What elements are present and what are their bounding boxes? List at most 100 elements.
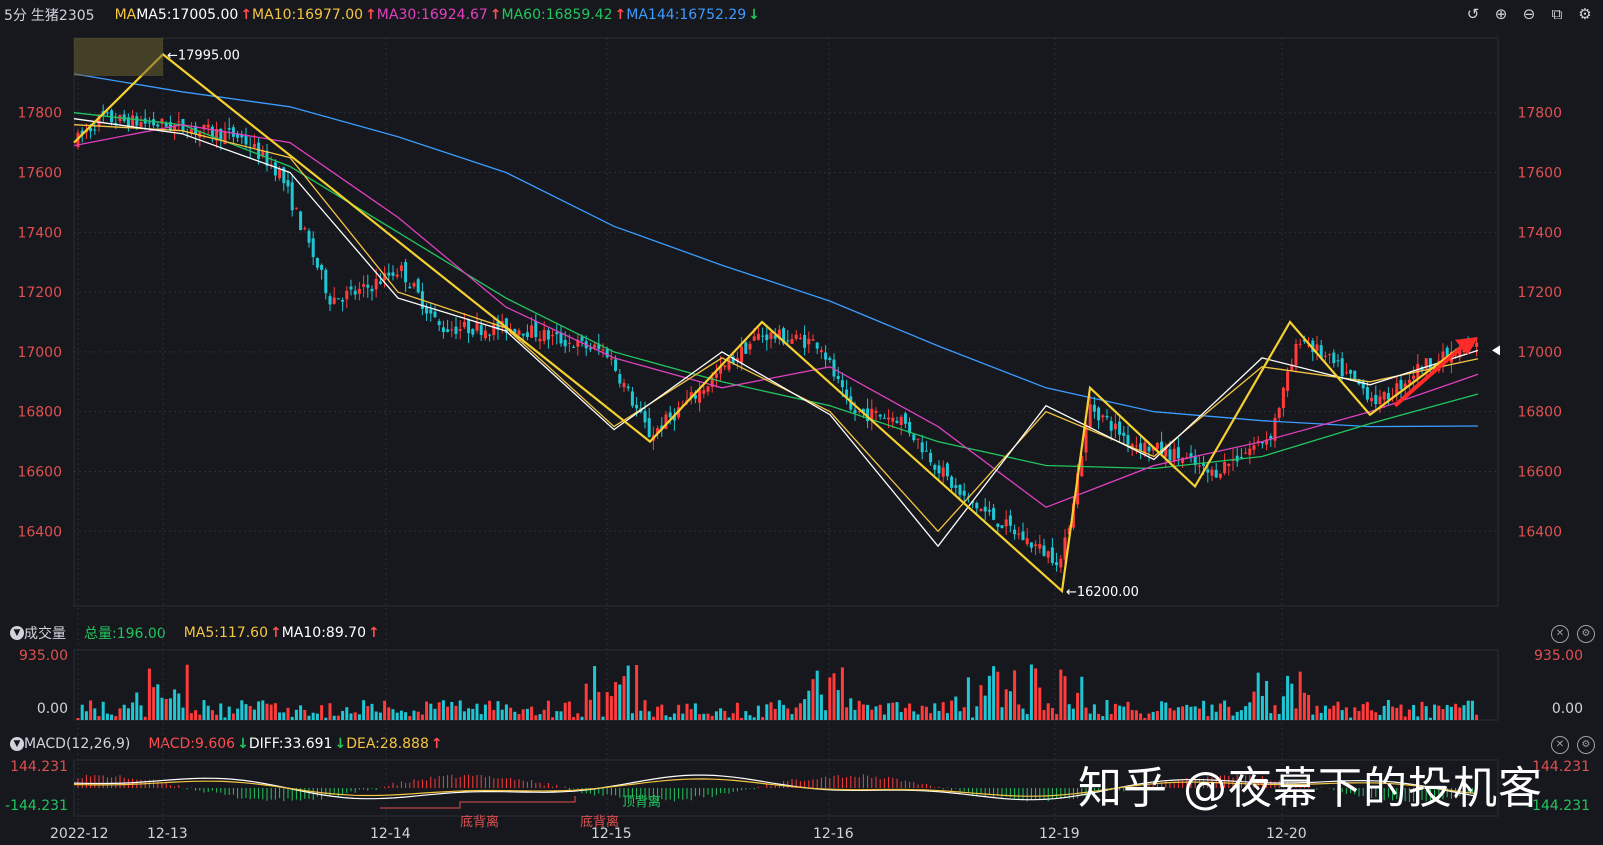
zoom-in-icon[interactable]: ⊕	[1491, 4, 1511, 24]
y-tick-left: 16400	[17, 524, 62, 540]
candle-body	[1210, 469, 1214, 476]
candle-body	[735, 358, 739, 362]
volume-bar	[1143, 717, 1147, 720]
candle-body	[366, 284, 370, 288]
volume-bar	[404, 712, 408, 720]
candle-body	[710, 377, 714, 387]
candle-body	[660, 425, 664, 430]
price-chart[interactable]: ←17995.00←16200.00 17800 1780017600 176001…	[0, 0, 1603, 845]
candle-body	[887, 417, 891, 420]
volume-settings-icon[interactable]: ⚙	[1577, 625, 1595, 643]
macd-close-icon[interactable]: ✕	[1551, 736, 1569, 754]
candle-body	[773, 335, 777, 339]
volume-bar	[626, 665, 630, 720]
candle-body	[584, 341, 588, 349]
volume-bar	[1160, 701, 1164, 720]
volume-bar	[933, 703, 937, 720]
candle-body	[1050, 547, 1054, 564]
candle-body	[143, 118, 147, 124]
candle-body	[996, 523, 1000, 527]
volume-bar	[1298, 671, 1302, 720]
candle-body	[76, 132, 80, 148]
volume-bar	[475, 703, 479, 720]
candle-body	[1084, 424, 1088, 453]
volume-close-icon[interactable]: ✕	[1551, 625, 1569, 643]
low-price-label: ←16200.00	[1066, 585, 1139, 600]
candle-body	[756, 333, 760, 340]
volume-bar	[677, 704, 681, 720]
volume-bar	[223, 717, 227, 720]
settings-icon[interactable]: ⚙	[1575, 4, 1595, 24]
interval-label[interactable]: 5分	[4, 5, 27, 25]
volume-bar	[912, 711, 916, 720]
volume-bar	[97, 716, 101, 720]
x-tick-label: 12-16	[813, 826, 854, 842]
layout-icon[interactable]: ⧉	[1547, 4, 1567, 24]
candle-body	[160, 118, 164, 124]
volume-bar	[236, 708, 240, 720]
volume-bar	[1365, 702, 1369, 720]
candle-body	[752, 336, 756, 341]
macd-ytop-left: 144.231	[10, 759, 68, 775]
candle-body	[1391, 397, 1395, 399]
volume-bar	[446, 706, 450, 720]
candle-body	[945, 463, 949, 477]
volume-bar	[1013, 670, 1017, 720]
candle-body	[1017, 533, 1021, 535]
volume-bar	[290, 716, 294, 720]
candle-body	[500, 321, 504, 328]
volume-bar	[580, 716, 584, 720]
collapse-volume-icon[interactable]: ▼	[10, 626, 24, 640]
candle-body	[895, 420, 899, 424]
candle-body	[1118, 421, 1122, 435]
candle-body	[332, 297, 336, 304]
candle-body	[1105, 415, 1109, 418]
candle-body	[122, 114, 126, 121]
candle-body	[126, 117, 130, 129]
candle-body	[97, 115, 101, 127]
volume-bar	[341, 710, 345, 720]
candle-body	[563, 340, 567, 347]
volume-bar	[1449, 706, 1453, 720]
volume-bar	[345, 707, 349, 720]
candle-body	[1046, 551, 1050, 558]
volume-bar	[462, 711, 466, 720]
volume-bar	[164, 699, 168, 720]
candle-body	[866, 408, 870, 422]
symbol-label[interactable]: 生猪2305	[31, 5, 95, 25]
volume-bar	[874, 706, 878, 720]
candle-body	[261, 150, 265, 157]
volume-bar	[257, 701, 261, 720]
volume-bar	[903, 707, 907, 720]
volume-bar	[807, 690, 811, 720]
ma-lines	[73, 73, 1479, 548]
undo-icon[interactable]: ↺	[1463, 4, 1483, 24]
candle-body	[420, 291, 424, 309]
candle-body	[1353, 370, 1357, 380]
candle-body	[412, 283, 416, 287]
ma-line-ma5	[73, 118, 1479, 548]
volume-bar	[1202, 700, 1206, 720]
watermark: 知乎 @夜幕下的投机客	[1078, 763, 1543, 814]
collapse-macd-icon[interactable]: ▼	[10, 737, 24, 751]
candle-body	[1470, 345, 1474, 347]
candle-body	[324, 269, 328, 294]
volume-bar	[420, 714, 424, 720]
volume-bar	[597, 692, 601, 720]
volume-bar	[555, 711, 559, 720]
candle-body	[1126, 435, 1130, 445]
candle-body	[1202, 463, 1206, 466]
y-tick-right: 17200	[1517, 285, 1562, 301]
volume-bar	[1374, 712, 1378, 720]
zoom-out-icon[interactable]: ⊖	[1519, 4, 1539, 24]
candle-body	[618, 374, 622, 384]
candle-body	[1218, 473, 1222, 478]
volume-bar	[147, 668, 151, 720]
volume-bar	[181, 707, 185, 720]
macd-settings-icon[interactable]: ⚙	[1577, 736, 1595, 754]
dea-value: DEA:28.888	[346, 736, 429, 752]
volume-bar	[135, 692, 139, 720]
candle-body	[1113, 423, 1117, 430]
candle-body	[836, 375, 840, 379]
candle-body	[958, 484, 962, 495]
